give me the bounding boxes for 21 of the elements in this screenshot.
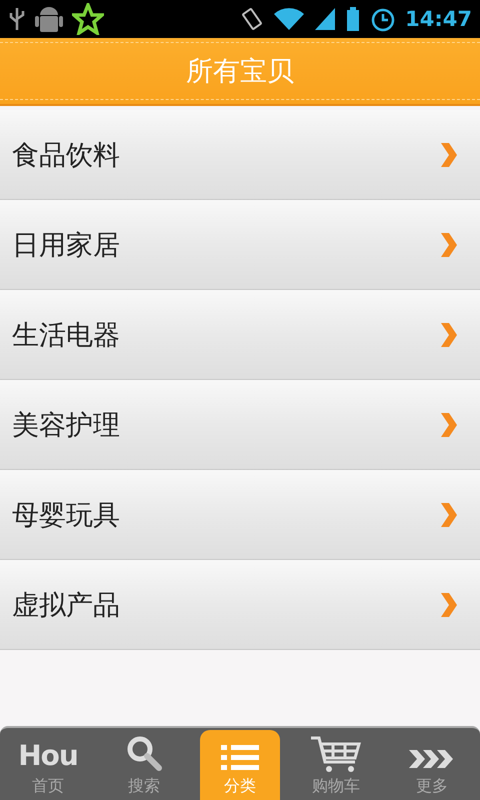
chevron-icon [440, 232, 458, 258]
category-label: 虚拟产品 [12, 588, 121, 622]
category-label: 母婴玩具 [12, 498, 121, 532]
category-label: 美容护理 [12, 408, 121, 442]
usb-icon [8, 6, 26, 32]
chevron-icon [440, 412, 458, 438]
chevron-icon [440, 142, 458, 168]
category-label: 食品饮料 [12, 138, 121, 172]
status-time: 14:47 [405, 7, 472, 31]
category-label: 日用家居 [12, 228, 121, 262]
cart-icon [309, 734, 363, 774]
star-icon [72, 3, 104, 35]
tab[interactable]: Hou 首页 [8, 730, 88, 800]
battery-icon [345, 6, 362, 32]
chevron-icon [440, 502, 458, 528]
chevron-icon [440, 322, 458, 348]
category-label: 生活电器 [12, 318, 121, 352]
signal-icon [313, 6, 338, 32]
wifi-icon [273, 6, 306, 32]
page-title: 所有宝贝 [186, 55, 294, 89]
chevron-icon [440, 592, 458, 618]
